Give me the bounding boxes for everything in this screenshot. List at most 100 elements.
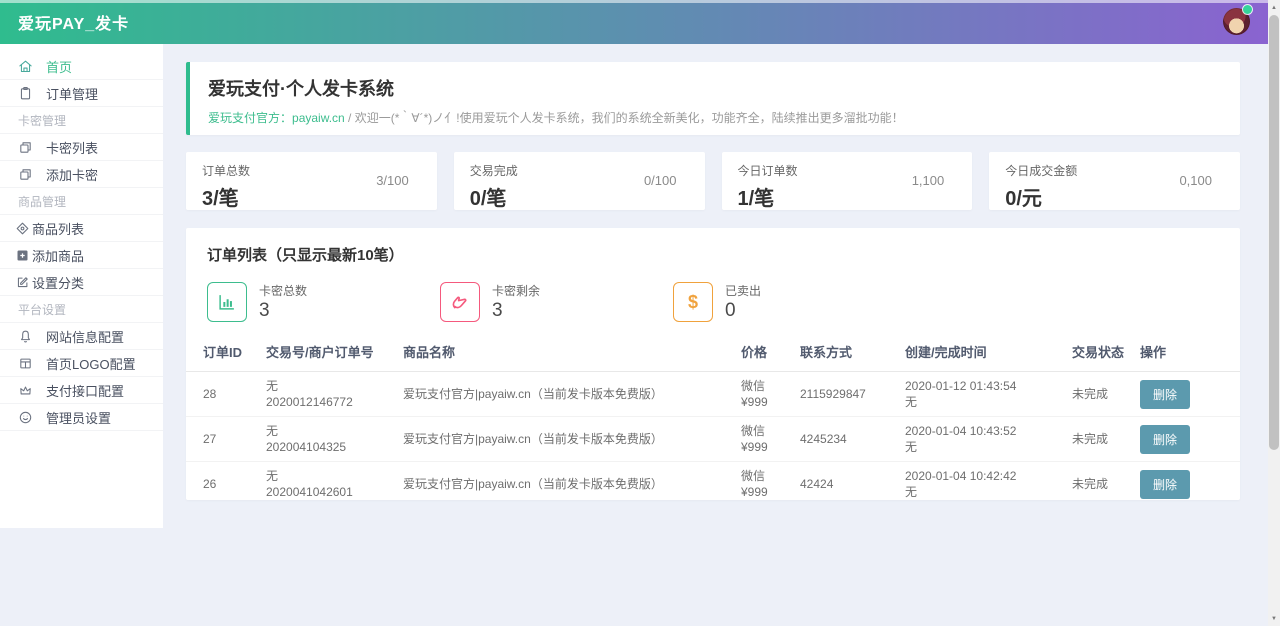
scroll-down-icon[interactable]: ▼ [1268,611,1280,626]
trade-no: 无 [266,423,403,439]
cell-time: 2020-01-04 10:43:52 无 [905,417,1072,462]
sidebar-section-product-management: 商品管理 [0,188,163,215]
merchant-order-no: 202004104325 [266,439,403,455]
col-trade-no: 交易号/商户订单号 [266,334,403,372]
stat-ratio: 1,100 [912,173,945,188]
stat-card-today-amount: 今日成交金额 0/元 0,100 [989,152,1240,210]
merchant-order-no: 2020012146772 [266,394,403,410]
sidebar-item-site-info-config[interactable]: 网站信息配置 [0,323,163,350]
status-badge: 未完成 [1072,417,1140,462]
sidebar-item-add-product[interactable]: 添加商品 [0,242,163,269]
delete-button[interactable]: 删除 [1140,425,1190,454]
price-value: ¥999 [741,439,800,455]
diamond-icon [15,221,30,236]
cell-order-id: 27 [186,417,266,462]
sidebar-item-logo-config[interactable]: 首页LOGO配置 [0,350,163,377]
sidebar-item-label: 管理员设置 [46,408,111,427]
stat-card-today-orders: 今日订单数 1/笔 1,100 [722,152,973,210]
cell-order-id: 26 [186,462,266,507]
status-badge: 未完成 [1072,372,1140,417]
sidebar-item-admin-settings[interactable]: 管理员设置 [0,404,163,431]
layout-icon [18,356,33,371]
mini-stat-card-total: 卡密总数 3 [207,282,440,322]
sidebar-item-label: 首页LOGO配置 [46,354,136,373]
orders-table: 订单ID 交易号/商户订单号 商品名称 价格 联系方式 创建/完成时间 交易状态… [186,334,1240,506]
sidebar-section-platform-settings: 平台设置 [0,296,163,323]
welcome-card: 爱玩支付·个人发卡系统 爱玩支付官方：payaiw.cn / 欢迎一(*｀∀´*… [186,62,1240,135]
created-time: 2020-01-04 10:42:42 [905,468,1072,484]
sidebar-item-product-list[interactable]: 商品列表 [0,215,163,242]
user-avatar[interactable] [1223,8,1250,35]
official-site-link[interactable]: payaiw.cn [292,111,345,125]
created-time: 2020-01-04 10:43:52 [905,423,1072,439]
cell-time: 2020-01-12 01:43:54 无 [905,372,1072,417]
mini-stat-card-sold: $ 已卖出 0 [673,282,906,322]
copy-icon [18,140,33,155]
edit-icon [15,275,30,290]
scrollbar-thumb[interactable] [1269,15,1279,450]
sidebar-item-payment-api-config[interactable]: 支付接口配置 [0,377,163,404]
sidebar-item-add-card[interactable]: 添加卡密 [0,161,163,188]
created-time: 2020-01-12 01:43:54 [905,378,1072,394]
trade-no: 无 [266,468,403,484]
cell-price: 微信 ¥999 [741,462,800,507]
crown-icon [18,383,33,398]
sidebar-item-label: 设置分类 [32,273,84,292]
finished-time: 无 [905,484,1072,500]
welcome-subtitle: 爱玩支付官方：payaiw.cn / 欢迎一(*｀∀´*)ノ亻!使用爱玩个人发卡… [208,109,1222,126]
col-created-time: 创建/完成时间 [905,334,1072,372]
cell-actions: 删除 [1140,462,1240,507]
sidebar: 首页 订单管理 卡密管理 卡密列表 添加卡密 商品管理 商品列表 添加商品 设置… [0,44,163,528]
sidebar-item-label: 添加卡密 [46,165,98,184]
cell-contact: 2115929847 [800,372,905,417]
sidebar-item-card-list[interactable]: 卡密列表 [0,134,163,161]
cell-time: 2020-01-04 10:42:42 无 [905,462,1072,507]
price-value: ¥999 [741,394,800,410]
home-icon [18,59,33,74]
pay-method: 微信 [741,468,800,484]
sidebar-item-order-management[interactable]: 订单管理 [0,80,163,107]
dollar-icon: $ [673,282,713,322]
col-order-id: 订单ID [186,334,266,372]
header-highlight [0,0,1268,3]
delete-button[interactable]: 删除 [1140,380,1190,409]
mini-stat-value: 3 [259,300,307,322]
cell-trade-no: 无 2020012146772 [266,372,403,417]
copy-icon [18,167,33,182]
orders-panel: 订单列表（只显示最新10笔） 卡密总数 3 卡密剩余 [186,228,1240,500]
welcome-message: 欢迎一(*｀∀´*)ノ亻!使用爱玩个人发卡系统，我们的系统全新美化，功能齐全，陆… [355,111,904,125]
price-value: ¥999 [741,484,800,500]
finished-time: 无 [905,394,1072,410]
sidebar-item-label: 订单管理 [46,84,98,103]
scroll-up-icon[interactable]: ▲ [1268,0,1280,15]
status-badge: 未完成 [1072,462,1140,507]
col-status: 交易状态 [1072,334,1140,372]
sidebar-item-label: 商品列表 [32,219,84,238]
plus-square-icon [15,248,30,263]
table-row: 27 无 202004104325 爱玩支付官方|payaiw.cn（当前发卡版… [186,417,1240,462]
scrollbar[interactable]: ▲ ▼ [1268,0,1280,626]
table-header-row: 订单ID 交易号/商户订单号 商品名称 价格 联系方式 创建/完成时间 交易状态… [186,334,1240,372]
mini-stat-label: 已卖出 [725,282,761,299]
bar-chart-icon [207,282,247,322]
trade-no: 无 [266,378,403,394]
orders-panel-title: 订单列表（只显示最新10笔） [186,244,1240,265]
cell-product-name: 爱玩支付官方|payaiw.cn（当前发卡版本免费版） [403,372,741,417]
stat-cards-row: 订单总数 3/笔 3/100 交易完成 0/笔 0/100 今日订单数 1/笔 … [186,152,1240,210]
col-product-name: 商品名称 [403,334,741,372]
table-row: 28 无 2020012146772 爱玩支付官方|payaiw.cn（当前发卡… [186,372,1240,417]
col-price: 价格 [741,334,800,372]
delete-button[interactable]: 删除 [1140,470,1190,499]
mini-stat-card-remaining: 卡密剩余 3 [440,282,673,322]
finished-time: 无 [905,439,1072,455]
sidebar-item-home[interactable]: 首页 [0,53,163,80]
col-actions: 操作 [1140,334,1240,372]
table-row: 26 无 2020041042601 爱玩支付官方|payaiw.cn（当前发卡… [186,462,1240,507]
sidebar-item-set-category[interactable]: 设置分类 [0,269,163,296]
cell-actions: 删除 [1140,372,1240,417]
hand-pointer-icon [440,282,480,322]
page: 爱玩PAY_发卡 ▲ ▼ 首页 订单管理 卡密管理 卡密列表 添加卡密 商 [0,0,1280,626]
top-header-bar: 爱玩PAY_发卡 [0,0,1268,44]
sidebar-item-label: 卡密列表 [46,138,98,157]
bell-icon [18,329,33,344]
